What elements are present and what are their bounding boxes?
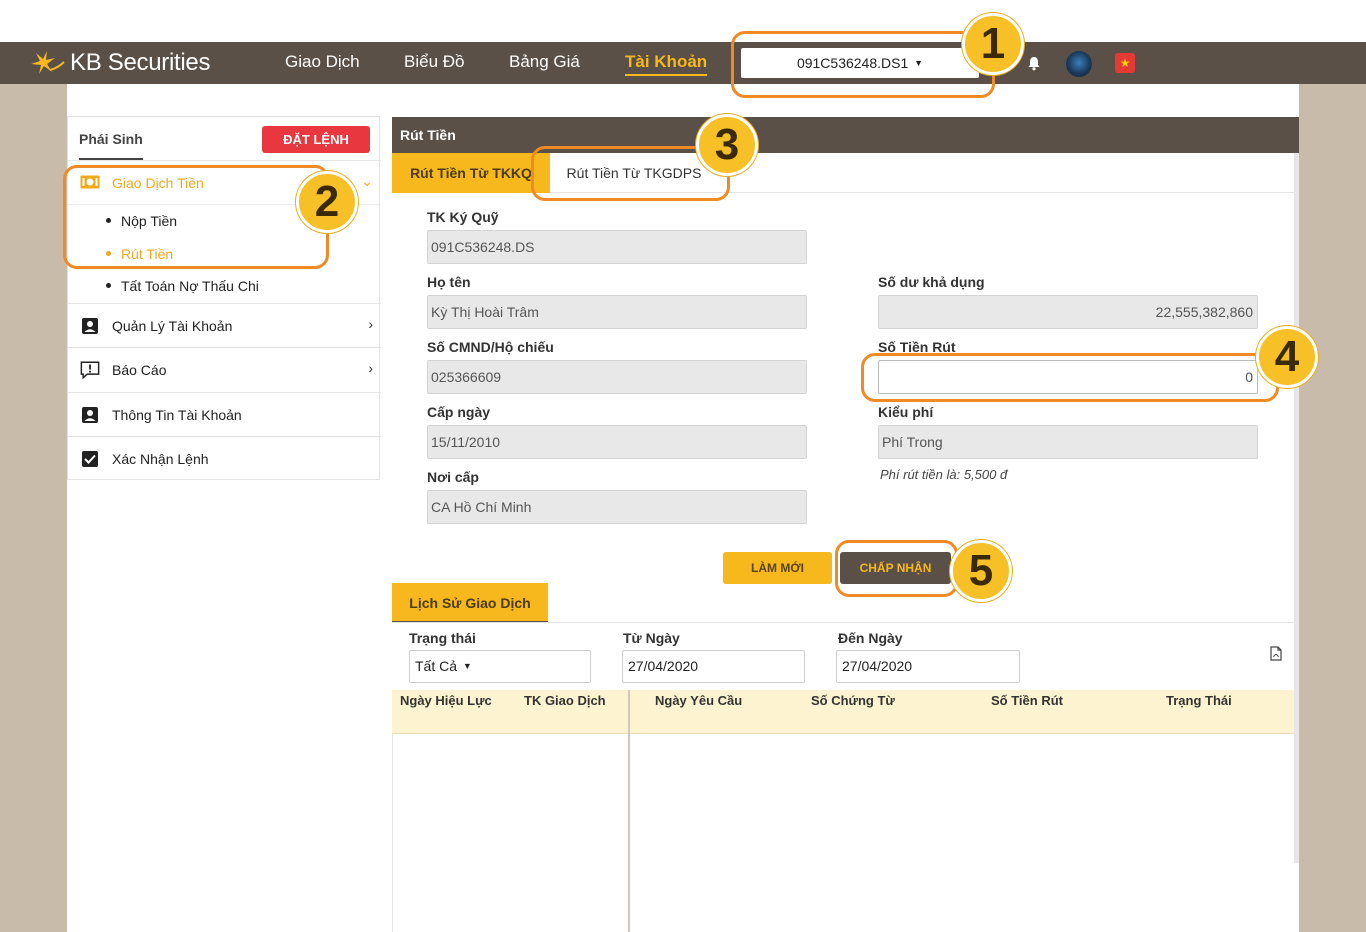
issue-place-label: Nơi cấp (427, 469, 479, 485)
to-date-input[interactable]: 27/04/2020 (836, 650, 1020, 683)
sidebar-title[interactable]: Phái Sinh (79, 131, 143, 147)
fee-type-field: Phí Trong (878, 425, 1258, 459)
annotation-number-1: 1 (962, 13, 1024, 75)
tab-transaction-history[interactable]: Lịch Sử Giao Dịch (392, 583, 548, 623)
margin-account-label: TK Ký Quỹ (427, 209, 499, 225)
col-so-tien-rut[interactable]: Số Tiền Rút (991, 693, 1063, 708)
bullet-icon (106, 282, 111, 288)
annotation-box-1 (731, 31, 995, 98)
refresh-button[interactable]: LÀM MỚI (723, 552, 832, 584)
to-date-label: Đến Ngày (838, 630, 903, 646)
vietnam-flag-icon[interactable]: ★ (1115, 53, 1135, 73)
name-field: Kỳ Thị Hoài Trâm (427, 295, 807, 329)
col-tk-giao-dich[interactable]: TK Giao Dịch (524, 693, 606, 708)
nav-bang-gia[interactable]: Bảng Giá (509, 51, 580, 73)
status-filter-select[interactable]: Tất Cả ▼ (409, 650, 591, 683)
kb-star-icon (28, 48, 66, 78)
top-strip (0, 0, 1366, 42)
sidebar-item-label: Quản Lý Tài Khoản (112, 318, 233, 334)
sidebar-title-underline (79, 158, 143, 160)
bell-icon[interactable] (1026, 55, 1042, 71)
sidebar-item-bao-cao[interactable]: Báo Cáo › (68, 348, 381, 393)
history-table-header: Ngày Hiệu Lực TK Giao Dịch Ngày Yêu Cầu … (392, 690, 1294, 734)
panel-scrollbar[interactable] (1294, 153, 1299, 863)
page-margin-right (1299, 84, 1366, 932)
page-margin-left (0, 84, 67, 932)
person-badge-icon (80, 316, 100, 336)
annotation-box-2 (63, 165, 329, 269)
name-label: Họ tên (427, 274, 471, 290)
annotation-number-4: 4 (1256, 326, 1318, 388)
chevron-right-icon: › (368, 316, 373, 332)
from-date-label: Từ Ngày (623, 630, 680, 646)
sidebar-sub-tat-toan[interactable]: Tất Toán Nợ Thấu Chi (106, 278, 259, 294)
fee-note: Phí rút tiền là: 5,500 đ (880, 467, 1008, 482)
brand-logo[interactable]: KB Securities (28, 48, 210, 78)
annotation-box-4 (861, 353, 1279, 402)
fee-type-label: Kiểu phí (878, 404, 934, 420)
sidebar-header: Phái Sinh ĐẶT LỆNH (68, 117, 381, 161)
sidebar-item-label: Báo Cáo (112, 362, 167, 378)
report-icon (80, 360, 100, 380)
withdraw-tabs: Rút Tiền Từ TKKQ Rút Tiền Từ TKGDPS (392, 153, 1299, 193)
history-divider (392, 622, 1299, 623)
caret-down-icon: ▼ (462, 661, 472, 671)
annotation-box-5 (835, 540, 958, 597)
margin-account-field: 091C536248.DS (427, 230, 807, 264)
history-table-body (392, 734, 1294, 932)
annotation-number-2: 2 (296, 171, 358, 233)
issue-date-field: 15/11/2010 (427, 425, 807, 459)
tab-rut-tien-tkkq[interactable]: Rút Tiền Từ TKKQ (392, 153, 550, 193)
status-filter-label: Trạng thái (409, 630, 476, 646)
nav-giao-dich[interactable]: Giao Dịch (285, 51, 360, 73)
col-trang-thai[interactable]: Trạng Thái (1166, 693, 1232, 708)
sidebar-item-label: Thông Tin Tài Khoản (112, 407, 242, 423)
place-order-button[interactable]: ĐẶT LỆNH (262, 126, 370, 153)
balance-field: 22,555,382,860 (878, 295, 1258, 329)
col-so-chung-tu[interactable]: Số Chứng Từ (811, 693, 895, 708)
top-navbar: KB Securities Giao Dịch Biểu Đồ Bảng Giá… (0, 42, 1366, 84)
brand-name: KB Securities (70, 49, 211, 76)
account-info-icon (80, 405, 100, 425)
nav-tai-khoan[interactable]: Tài Khoản (625, 51, 708, 76)
col-ngay-yeu-cau[interactable]: Ngày Yêu Cầu (655, 693, 742, 708)
balance-label: Số dư khả dụng (878, 274, 985, 290)
user-avatar[interactable] (1066, 51, 1092, 77)
annotation-number-5: 5 (950, 540, 1012, 602)
column-resize-divider[interactable] (628, 690, 630, 932)
sidebar-item-quan-ly-tai-khoan[interactable]: Quản Lý Tài Khoản › (68, 304, 381, 348)
id-number-label: Số CMND/Hộ chiếu (427, 339, 554, 355)
from-date-input[interactable]: 27/04/2020 (622, 650, 805, 683)
issue-date-label: Cấp ngày (427, 404, 491, 420)
checkbox-icon (80, 449, 100, 469)
panel-title: Rút Tiền (392, 117, 1299, 153)
col-ngay-hieu-luc[interactable]: Ngày Hiệu Lực (400, 693, 492, 708)
chevron-right-icon: › (368, 360, 373, 376)
issue-place-field: CA Hồ Chí Minh (427, 490, 807, 524)
sidebar-item-xac-nhan-lenh[interactable]: Xác Nhận Lệnh (68, 437, 381, 480)
annotation-number-3: 3 (696, 114, 758, 176)
id-number-field: 025366609 (427, 360, 807, 394)
chevron-down-icon: ⌄ (361, 173, 373, 189)
sidebar-item-label: Xác Nhận Lệnh (112, 451, 209, 467)
nav-bieu-do[interactable]: Biểu Đồ (404, 51, 464, 73)
sidebar-item-thong-tin-tai-khoan[interactable]: Thông Tin Tài Khoản (68, 393, 381, 437)
export-pdf-icon[interactable] (1270, 646, 1282, 661)
